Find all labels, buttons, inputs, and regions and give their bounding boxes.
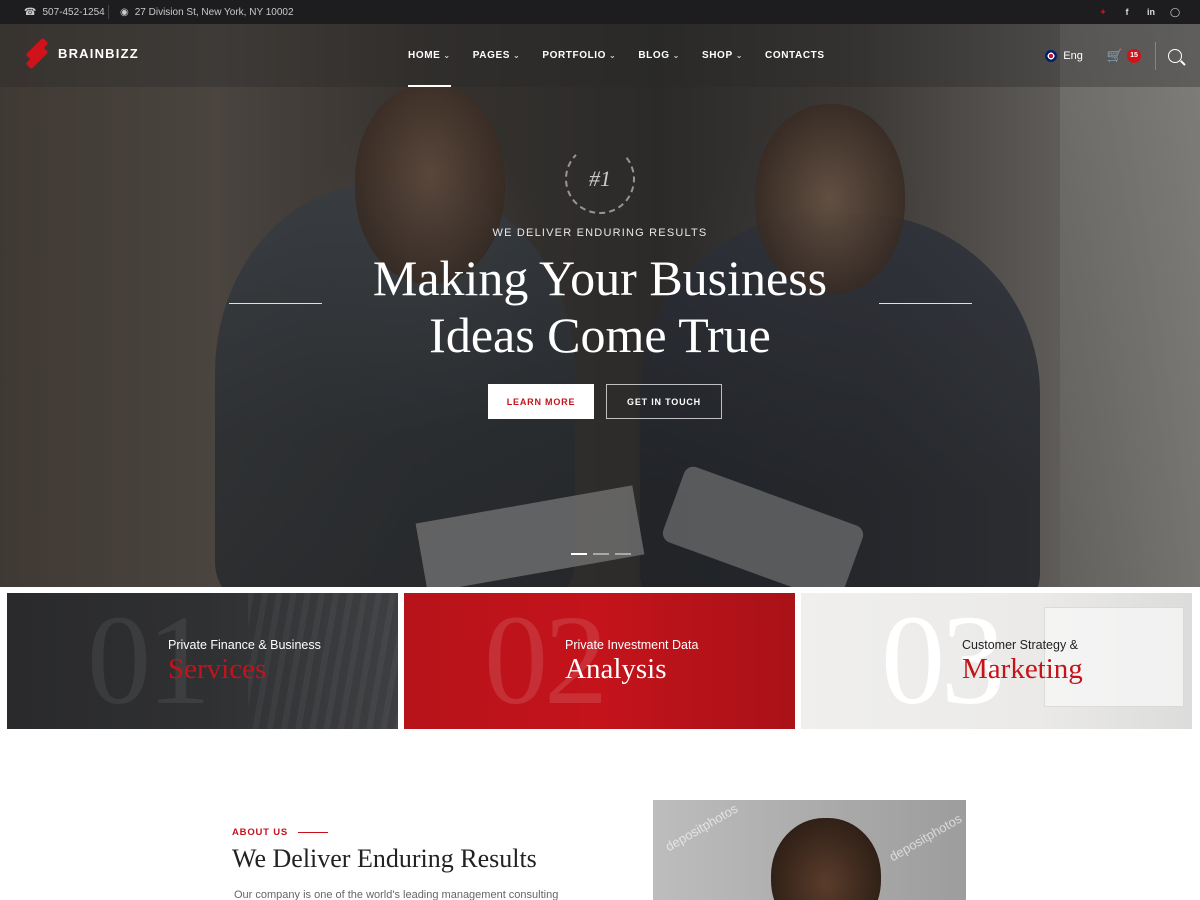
instagram-icon[interactable]: ◯ [1170, 7, 1180, 17]
about-label-rule [298, 832, 329, 833]
brand-name: BRAINBIZZ [58, 45, 139, 61]
service-card-marketing[interactable]: 03 Customer Strategy & Marketing [801, 593, 1192, 729]
address-text: 27 Division St, New York, NY 10002 [134, 6, 294, 18]
phone-number: 507-452-1254 [42, 6, 105, 18]
chevron-down-icon: ⌄ [443, 51, 451, 60]
nav-label: CONTACTS [765, 50, 825, 61]
hero-title: Making Your Business Ideas Come True [0, 250, 1200, 364]
nav-label: SHOP [701, 50, 733, 61]
header-actions: Eng 🛒 15 [1045, 24, 1182, 87]
service-card-services[interactable]: 01 Private Finance & Business Services [7, 593, 398, 729]
card-subtitle: Private Investment Data [565, 638, 699, 652]
about-text: Our company is one of the world's leadin… [234, 889, 559, 900]
slider-dot-2[interactable] [593, 553, 609, 555]
header-divider [1155, 41, 1156, 70]
address-info: ◉ 27 Division St, New York, NY 10002 [120, 0, 294, 24]
uk-flag-icon [1045, 49, 1058, 62]
card-title: Services [168, 653, 267, 685]
brand-logo[interactable]: BRAINBIZZ [24, 37, 139, 70]
linkedin-icon[interactable]: in [1146, 7, 1156, 17]
main-header: BRAINBIZZ HOME ⌄ PAGES ⌄ PORTFOLIO ⌄ BLOG ⌄ … [0, 24, 1200, 87]
slider-dot-3[interactable] [615, 553, 631, 555]
photo-watermark: depositphotos [662, 800, 741, 855]
nav-label: PORTFOLIO [542, 50, 607, 61]
service-card-analysis[interactable]: 02 Private Investment Data Analysis [404, 593, 795, 729]
chevron-down-icon: ⌄ [735, 51, 744, 60]
nav-label: PAGES [472, 50, 510, 61]
hero-title-line-1: Making Your Business [372, 250, 828, 306]
slider-dot-1[interactable] [571, 553, 587, 555]
chevron-down-icon: ⌄ [609, 51, 617, 60]
chevron-down-icon: ⌄ [513, 51, 521, 60]
top-bar: ☎ 507-452-1254 ◉ 27 Division St, New Yor… [0, 0, 1200, 24]
about-section-label: ABOUT US [232, 827, 329, 838]
about-photo: depositphotos depositphotos [653, 800, 966, 900]
card-title: Marketing [962, 653, 1083, 685]
phone-info[interactable]: ☎ 507-452-1254 [24, 0, 105, 24]
learn-more-button[interactable]: LEARN MORE [488, 384, 594, 419]
social-links: ✦ f in ◯ [1098, 0, 1180, 24]
topbar-divider [108, 5, 109, 19]
nav-item-shop[interactable]: SHOP ⌄ [702, 24, 743, 87]
about-photo-person [771, 818, 881, 900]
card-background-image [248, 593, 398, 729]
photo-watermark: depositphotos [886, 810, 965, 865]
card-subtitle: Customer Strategy & [962, 638, 1079, 652]
hero-title-line-2: Ideas Come True [429, 307, 771, 363]
language-label: Eng [1063, 49, 1083, 62]
hero-eyebrow: WE DELIVER ENDURING RESULTS [492, 227, 708, 239]
nav-item-pages[interactable]: PAGES ⌄ [473, 24, 521, 87]
nav-item-home[interactable]: HOME ⌄ [408, 24, 451, 87]
get-in-touch-button[interactable]: GET IN TOUCH [606, 384, 722, 419]
nav-item-contacts[interactable]: CONTACTS [765, 24, 825, 87]
cart-icon: 🛒 [1106, 47, 1123, 63]
cart-count-badge: 15 [1127, 48, 1141, 63]
nav-label: BLOG [638, 50, 670, 61]
about-label-text: ABOUT US [232, 827, 289, 838]
twitter-icon[interactable]: ✦ [1098, 7, 1108, 17]
about-title: We Deliver Enduring Results [232, 844, 537, 873]
search-icon[interactable] [1168, 48, 1182, 63]
brand-logo-icon [24, 37, 50, 70]
nav-label: HOME [408, 50, 441, 61]
location-pin-icon: ◉ [120, 6, 129, 18]
card-subtitle: Private Finance & Business [168, 638, 321, 652]
language-switcher[interactable]: Eng [1045, 49, 1083, 62]
nav-item-portfolio[interactable]: PORTFOLIO ⌄ [542, 24, 616, 87]
cart-button[interactable]: 🛒 15 [1107, 48, 1141, 64]
facebook-icon[interactable]: f [1122, 7, 1132, 17]
chevron-down-icon: ⌄ [672, 51, 680, 60]
slider-pagination [571, 553, 631, 555]
main-nav: HOME ⌄ PAGES ⌄ PORTFOLIO ⌄ BLOG ⌄ SHOP ⌄ CONT… [408, 24, 825, 87]
phone-icon: ☎ [24, 6, 37, 18]
award-badge-text: #1 [589, 166, 611, 191]
nav-item-blog[interactable]: BLOG ⌄ [638, 24, 680, 87]
card-title: Analysis [565, 653, 667, 685]
award-laurel-icon: #1 [565, 144, 635, 214]
